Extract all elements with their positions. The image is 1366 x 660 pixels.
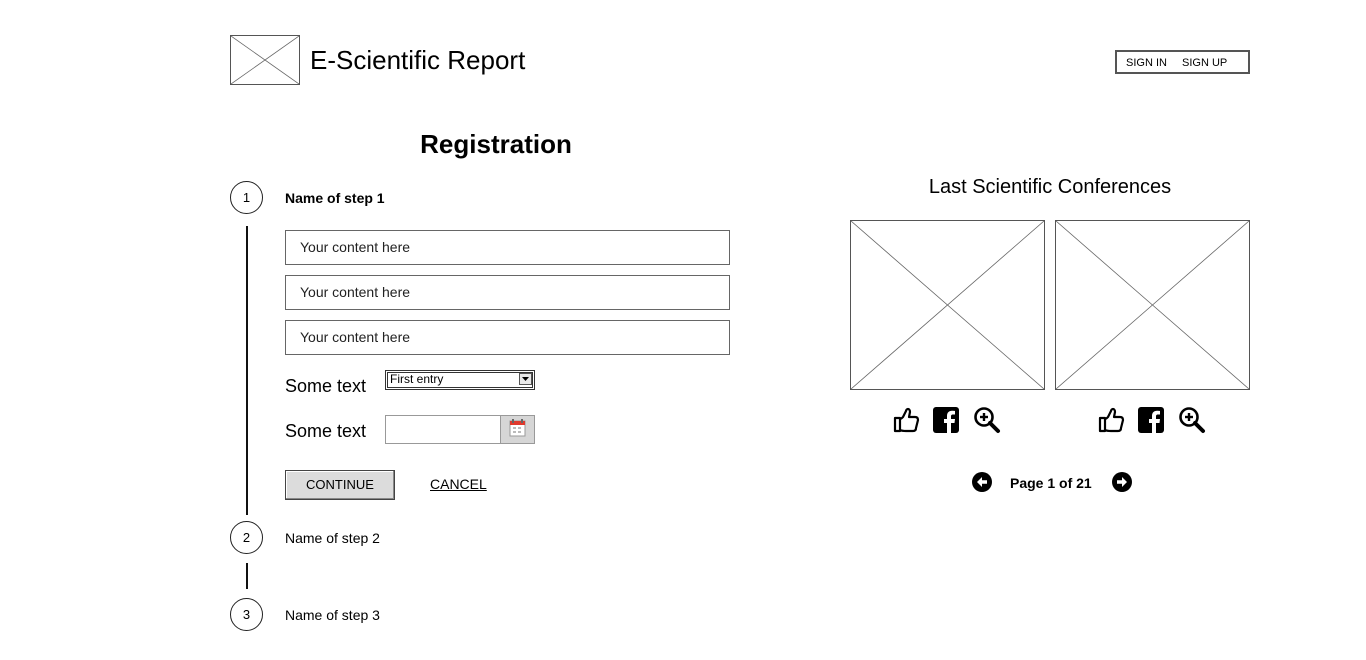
- step-3-number: 3: [230, 598, 263, 631]
- step-connector: [246, 226, 248, 515]
- content-field-3[interactable]: Your content here: [285, 320, 730, 355]
- step-2-number: 2: [230, 521, 263, 554]
- step-connector: [246, 563, 248, 589]
- conference-image-2[interactable]: [1055, 220, 1250, 390]
- facebook-icon[interactable]: [1137, 406, 1165, 434]
- cancel-link[interactable]: CANCEL: [430, 476, 487, 492]
- sign-in-link[interactable]: SIGN IN: [1126, 57, 1167, 69]
- entry-select[interactable]: First entry: [385, 370, 535, 390]
- continue-button[interactable]: CONTINUE: [285, 470, 395, 500]
- thumbs-up-icon[interactable]: [892, 406, 920, 434]
- date-label: Some text: [285, 421, 367, 441]
- step-3-label: Name of step 3: [285, 607, 380, 623]
- facebook-icon[interactable]: [932, 406, 960, 434]
- calendar-icon[interactable]: [500, 415, 535, 444]
- date-input[interactable]: [385, 415, 535, 444]
- step-1-label: Name of step 1: [285, 190, 385, 206]
- thumbs-up-icon[interactable]: [1097, 406, 1125, 434]
- arrow-left-icon[interactable]: [972, 472, 992, 492]
- select-label: Some text: [285, 376, 367, 396]
- zoom-in-icon[interactable]: [973, 406, 1001, 434]
- site-title: E-Scientific Report: [310, 45, 526, 75]
- registration-title: Registration: [420, 129, 572, 159]
- select-value: First entry: [390, 372, 444, 386]
- auth-links: SIGN IN SIGN UP: [1115, 50, 1250, 74]
- step-1-number: 1: [230, 181, 263, 214]
- step-2-label: Name of step 2: [285, 530, 380, 546]
- content-field-2[interactable]: Your content here: [285, 275, 730, 310]
- zoom-in-icon[interactable]: [1178, 406, 1206, 434]
- conferences-title: Last Scientific Conferences: [928, 176, 1172, 198]
- page-indicator: Page 1 of 21: [1010, 475, 1092, 491]
- arrow-right-icon[interactable]: [1112, 472, 1132, 492]
- conference-image-1[interactable]: [850, 220, 1045, 390]
- chevron-down-icon[interactable]: [519, 373, 532, 385]
- content-field-1[interactable]: Your content here: [285, 230, 730, 265]
- logo-image: [230, 35, 300, 85]
- sign-up-link[interactable]: SIGN UP: [1182, 57, 1227, 69]
